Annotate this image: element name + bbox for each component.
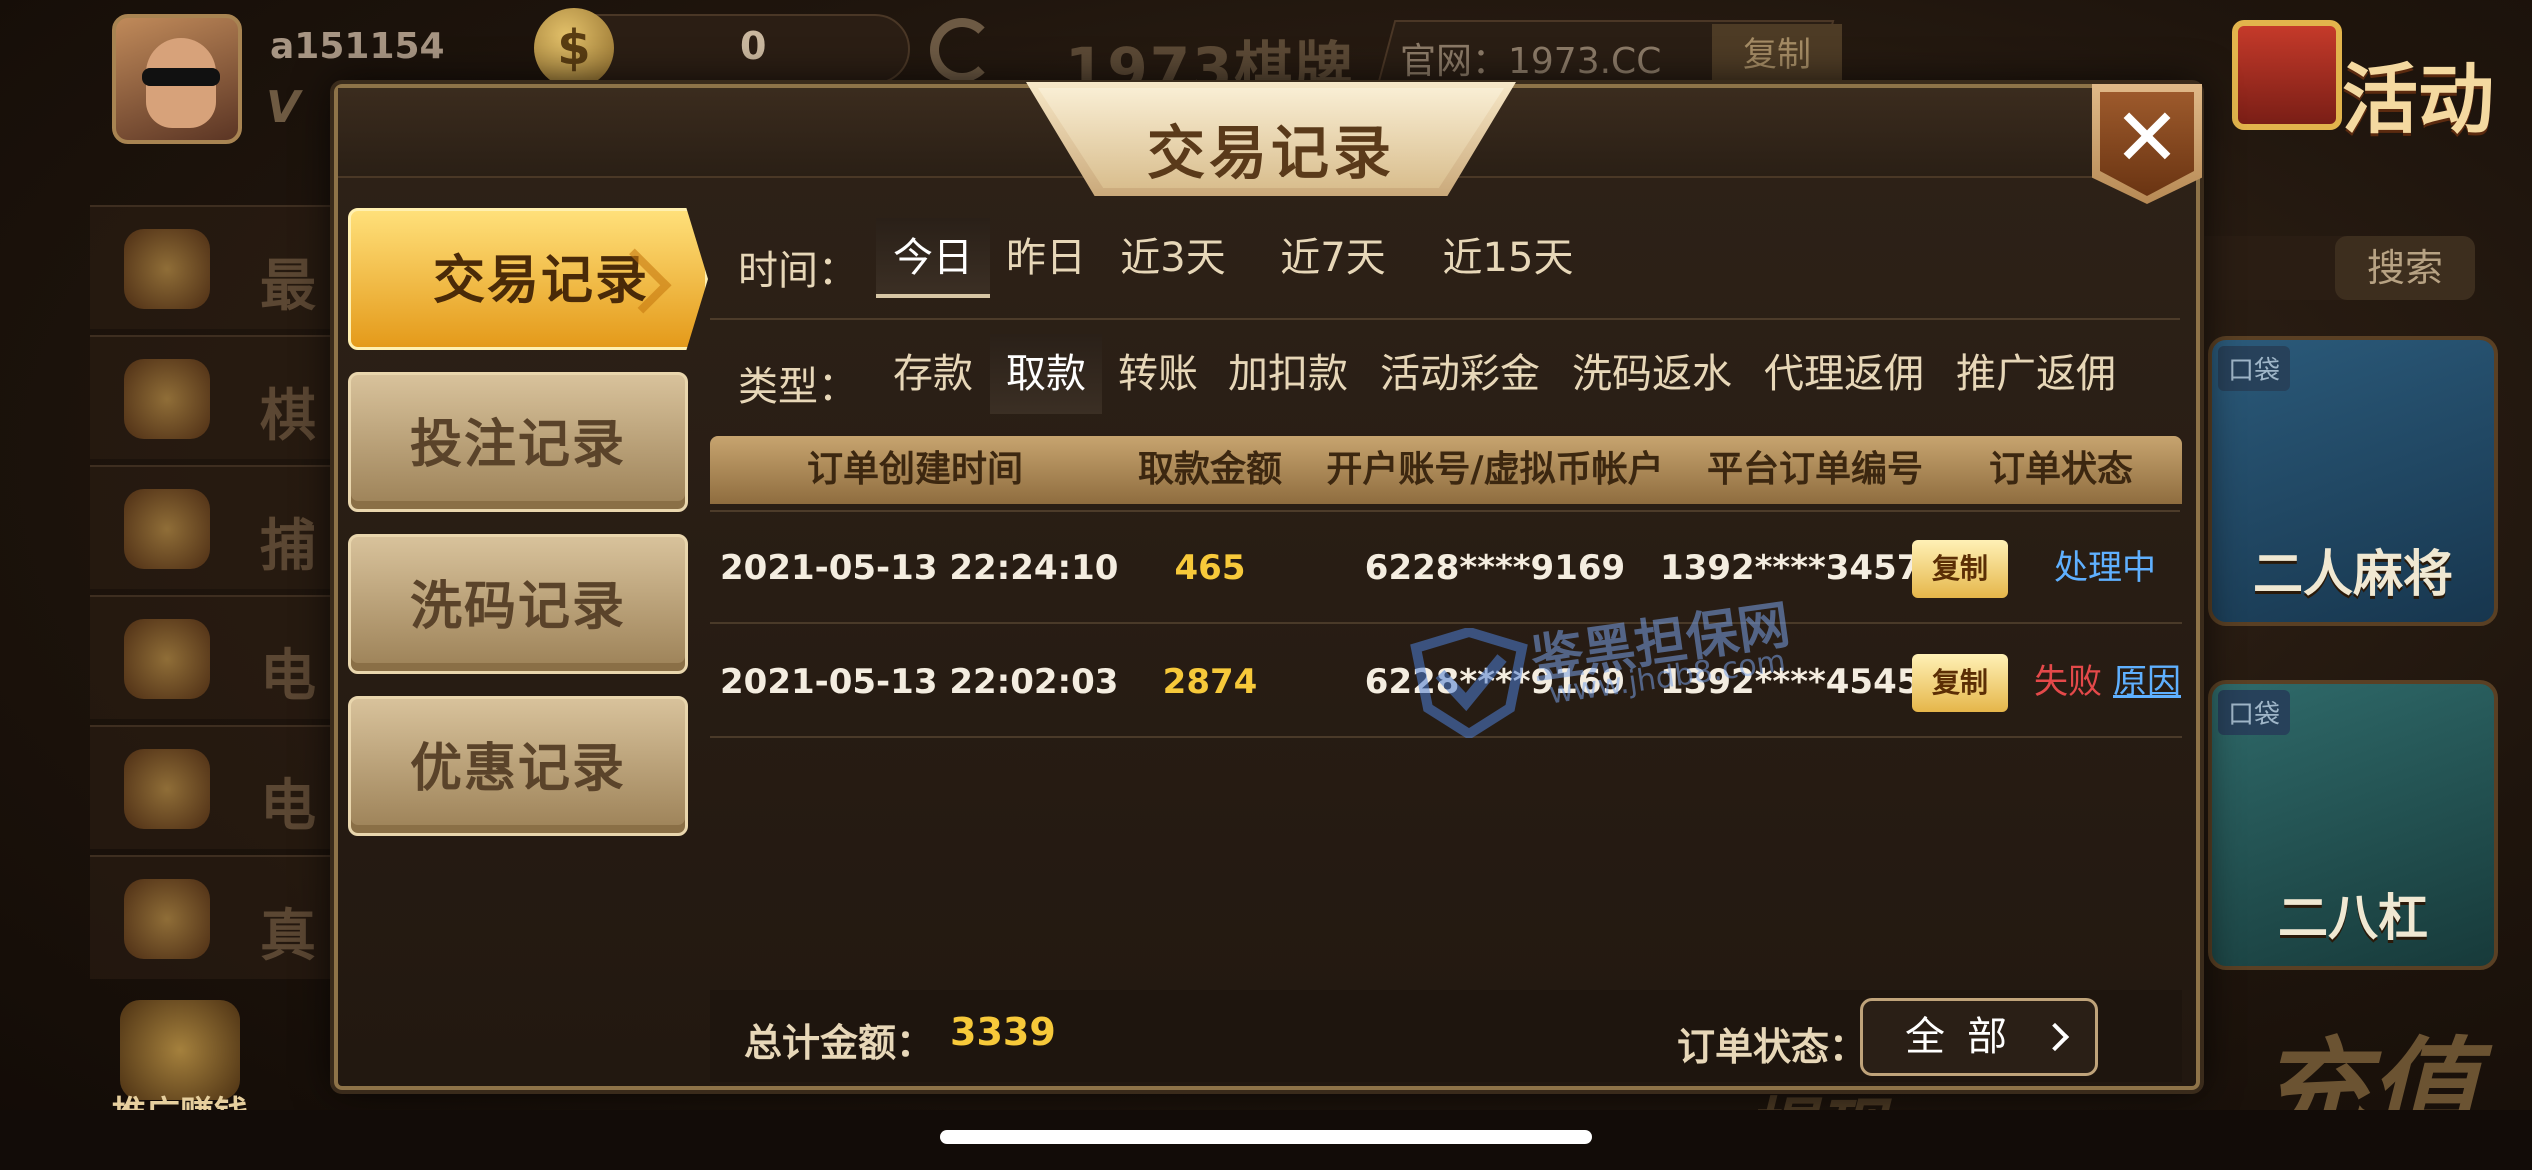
status-filter-value: 全部 — [1905, 1014, 2029, 1060]
status-filter-label: 订单状态： — [1677, 1025, 1868, 1069]
crown-icon — [124, 229, 210, 309]
copy-order-button[interactable]: 复制 — [1912, 654, 2008, 712]
shield-icon — [124, 749, 210, 829]
side-tab-label: 洗码记录 — [409, 577, 626, 637]
order-status: 失败 — [2034, 662, 2102, 702]
total-amount-value: 3339 — [950, 1010, 1056, 1054]
column-header: 取款金额 — [1137, 449, 1282, 490]
summary-footer: 总计金额： 3339 订单状态： 全部 — [710, 990, 2182, 1082]
fish-icon — [124, 489, 210, 569]
withdraw-amount: 465 — [1174, 548, 1246, 588]
side-tab-transaction-records[interactable]: 交易记录 — [348, 208, 708, 350]
close-icon[interactable]: ✕ — [2100, 98, 2194, 178]
column-header: 订单状态 — [1988, 449, 2133, 490]
type-filter-adjustment[interactable]: 加扣款 — [1216, 334, 1360, 414]
side-tab-wash-records[interactable]: 洗码记录 — [348, 534, 688, 674]
failure-reason-link[interactable]: 原因 — [2112, 626, 2182, 738]
column-header: 开户账号/虚拟币帐户 — [1326, 449, 1664, 490]
order-time: 2021-05-13 22:24:10 — [720, 548, 1119, 588]
promo-icon[interactable] — [120, 1000, 240, 1100]
game-tag: 口袋 — [2218, 346, 2291, 391]
type-filter-agent-commission[interactable]: 代理返佣 — [1752, 334, 1936, 414]
type-filter-label: 类型： — [738, 364, 858, 410]
withdraw-amount: 2874 — [1162, 662, 1258, 702]
time-filter-7days[interactable]: 近7天 — [1258, 218, 1408, 298]
game-card[interactable]: 口袋 二人麻将 — [2208, 336, 2498, 626]
home-indicator[interactable] — [940, 1130, 1592, 1144]
vip-badge: V — [266, 82, 301, 133]
watermark-shield-icon — [1410, 628, 1528, 738]
side-tab-label: 投注记录 — [409, 415, 626, 475]
chevron-right-icon — [2040, 1022, 2070, 1052]
game-title: 二八杠 — [2278, 889, 2428, 947]
transaction-records-dialog: 交易记录 ✕ 交易记录 投注记录 洗码记录 优惠记录 时间： 今日 昨日 近3天… — [334, 82, 2202, 1090]
gift-icon[interactable] — [2232, 20, 2342, 130]
column-header: 订单创建时间 — [806, 449, 1023, 490]
slot-machine-icon — [124, 619, 210, 699]
type-filter-transfer[interactable]: 转账 — [1106, 334, 1210, 414]
type-filter-rebate[interactable]: 洗码返水 — [1560, 334, 1744, 414]
activity-button[interactable]: 活动 — [2342, 38, 2494, 148]
coin-icon: $ — [534, 8, 614, 88]
type-filter-deposit[interactable]: 存款 — [878, 334, 988, 414]
status-filter-dropdown[interactable]: 全部 — [1860, 998, 2098, 1076]
table-row: 2021-05-13 22:24:10 465 6228****9169 139… — [710, 512, 2182, 624]
type-filter-promo-commission[interactable]: 推广返佣 — [1944, 334, 2128, 414]
order-time: 2021-05-13 22:02:03 — [720, 662, 1119, 702]
game-title: 二人麻将 — [2253, 545, 2453, 603]
copy-order-button[interactable]: 复制 — [1912, 540, 2008, 598]
cards-icon — [124, 359, 210, 439]
username: a151154 — [270, 26, 445, 67]
official-site-text: 官网：1973.CC — [1400, 41, 1662, 82]
dialog-title: 交易记录 — [1146, 119, 1395, 187]
side-tab-bet-records[interactable]: 投注记录 — [348, 372, 688, 512]
time-filter-yesterday[interactable]: 昨日 — [994, 218, 1098, 298]
copy-site-button[interactable]: 复制 — [1712, 24, 1842, 86]
time-filter-label: 时间： — [738, 248, 858, 294]
order-status: 处理中 — [2054, 548, 2156, 588]
table-header: 订单创建时间 取款金额 开户账号/虚拟币帐户 平台订单编号 订单状态 — [710, 436, 2182, 504]
coin-balance: 0 — [740, 24, 767, 68]
game-card[interactable]: 口袋 二八杠 — [2208, 680, 2498, 970]
refresh-icon[interactable] — [930, 18, 994, 82]
search-button[interactable]: 搜索 — [2335, 236, 2475, 300]
time-filter-3days[interactable]: 近3天 — [1108, 218, 1238, 298]
roulette-icon — [124, 879, 210, 959]
avatar[interactable] — [112, 14, 242, 144]
side-tab-label: 优惠记录 — [409, 739, 626, 799]
filter-divider — [710, 318, 2180, 320]
time-filter-today[interactable]: 今日 — [876, 218, 990, 298]
game-tag: 口袋 — [2218, 690, 2291, 735]
total-amount-label: 总计金额： — [744, 1021, 935, 1065]
type-filter-withdraw[interactable]: 取款 — [990, 334, 1102, 414]
side-tab-promo-records[interactable]: 优惠记录 — [348, 696, 688, 836]
type-filter-activity-bonus[interactable]: 活动彩金 — [1368, 334, 1552, 414]
column-header: 平台订单编号 — [1706, 449, 1923, 490]
time-filter-15days[interactable]: 近15天 — [1418, 218, 1598, 298]
